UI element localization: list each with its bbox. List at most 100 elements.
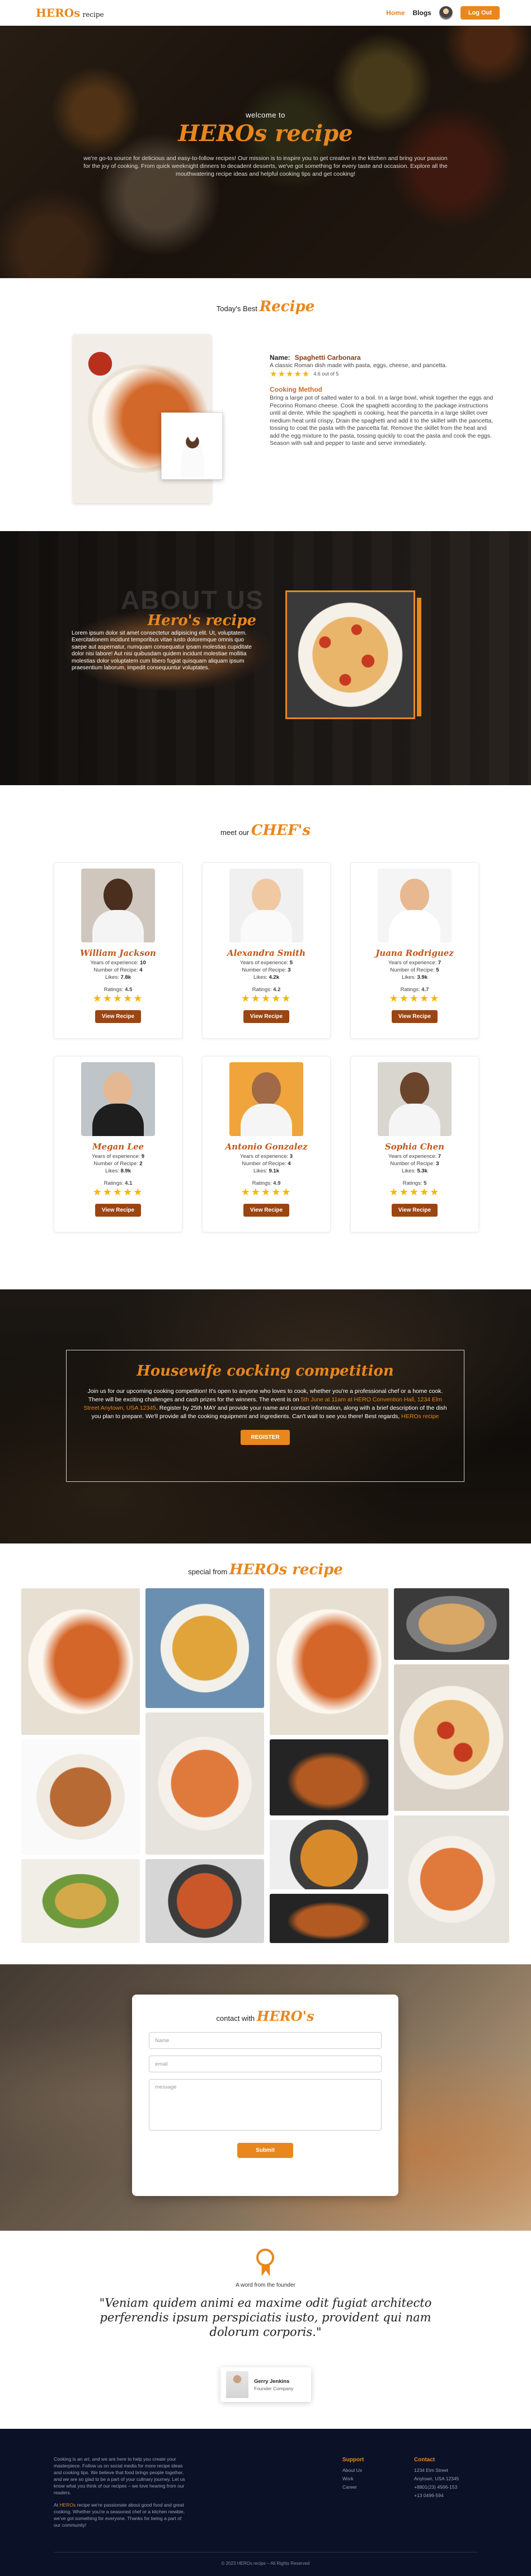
name-field[interactable]: Name xyxy=(149,2032,382,2049)
gallery-image[interactable] xyxy=(394,1815,509,1943)
gallery-image[interactable] xyxy=(270,1894,388,1943)
likes-label: Likes: xyxy=(253,1168,267,1174)
recipe-info: Name: Spaghetti Carbonara A classic Roman… xyxy=(270,354,494,448)
chef-card: Megan Lee Years of experience: 9 Number of… xyxy=(54,1056,182,1232)
logo-main: HEROs xyxy=(36,6,81,20)
chefs-title: CHEF's xyxy=(251,822,311,839)
recipe-chef-image xyxy=(161,412,223,480)
competition-signoff: HEROs recipe xyxy=(401,1413,439,1420)
founder-role: Founder Company xyxy=(254,2385,294,2391)
founder-name: Gerry Jenkins xyxy=(254,2378,290,2385)
contact-heading: contact with HERO's xyxy=(149,2008,382,2024)
chef-rating-value: 4.2 xyxy=(273,987,281,993)
ratings-label: Ratings: xyxy=(252,1180,272,1186)
view-recipe-button[interactable]: View Recipe xyxy=(95,1010,142,1023)
recipes-label: Number of Recipe: xyxy=(93,967,138,973)
likes-label: Likes: xyxy=(105,974,119,980)
chef-rating: Ratings: 4.7 xyxy=(351,987,478,993)
ratings-label: Ratings: xyxy=(400,987,420,993)
logo[interactable]: HEROs recipe xyxy=(36,6,104,20)
recipes-label: Number of Recipe: xyxy=(390,967,435,973)
chef-years: 7 xyxy=(438,1153,441,1160)
gallery-image[interactable] xyxy=(21,1739,140,1855)
chef-stars: ★★★★★ xyxy=(92,993,144,1004)
chef-meta: Years of experience: 9 Number of Recipe: … xyxy=(54,1153,182,1175)
gallery-section: special from HEROs recipe xyxy=(0,1543,531,1964)
view-recipe-button[interactable]: View Recipe xyxy=(95,1204,142,1217)
logout-button[interactable]: Log Out xyxy=(460,6,500,20)
gallery-image[interactable] xyxy=(21,1588,140,1735)
chef-card: Juana Rodriguez Years of experience: 7 Num… xyxy=(350,862,479,1039)
chef-card: Alexandra Smith Years of experience: 5 Num… xyxy=(202,862,331,1039)
chef-years: 5 xyxy=(289,960,293,966)
founder-label: A word from the founder xyxy=(236,2282,295,2288)
contact-label: contact with xyxy=(216,2014,255,2023)
chef-rating: Ratings: 4.5 xyxy=(54,987,182,993)
gallery-image[interactable] xyxy=(394,1588,509,1660)
about-section: ABOUT US Hero's recipe Lorem ipsum dolor… xyxy=(0,531,531,785)
gallery-image[interactable] xyxy=(21,1859,140,1943)
todays-label: Today's Best xyxy=(216,304,258,313)
footer-address-1: 1234 Elm Street xyxy=(414,2467,448,2473)
competition-box: Housewife cocking competition Join us fo… xyxy=(66,1350,464,1482)
gallery-image[interactable] xyxy=(270,1588,388,1735)
footer-about-prefix: At xyxy=(54,2502,59,2508)
chef-photo xyxy=(229,869,303,942)
chef-recipes: 4 xyxy=(139,967,143,973)
footer-link-career[interactable]: Career xyxy=(342,2483,364,2491)
view-recipe-button[interactable]: View Recipe xyxy=(391,1010,438,1023)
competition-title: Housewife cocking competition xyxy=(137,1363,394,1380)
chef-years: 7 xyxy=(438,960,441,966)
chef-stars: ★★★★★ xyxy=(241,1186,292,1198)
chef-years: 3 xyxy=(289,1153,293,1160)
likes-label: Likes: xyxy=(402,1168,416,1174)
chef-meta: Years of experience: 10 Number of Recipe:… xyxy=(54,959,182,981)
view-recipe-button[interactable]: View Recipe xyxy=(391,1204,438,1217)
gallery-image[interactable] xyxy=(145,1588,264,1708)
chef-likes: 7.8k xyxy=(120,974,131,980)
email-field[interactable]: email xyxy=(149,2056,382,2072)
gallery-image[interactable] xyxy=(270,1820,388,1889)
gallery-image[interactable] xyxy=(394,1664,509,1811)
chef-photo xyxy=(378,869,452,942)
chef-likes: 9.1k xyxy=(269,1168,279,1174)
footer-link-work[interactable]: Work xyxy=(342,2475,364,2483)
footer-about-1: Cooking is an art, and we are here to he… xyxy=(54,2456,185,2495)
chef-meta: Years of experience: 7 Number of Recipe: … xyxy=(351,959,478,981)
view-recipe-button[interactable]: View Recipe xyxy=(243,1204,290,1217)
gallery-label: special from xyxy=(188,1568,228,1576)
recipe-description: A classic Roman dish made with pasta, eg… xyxy=(270,362,447,369)
chef-rating: Ratings: 4.2 xyxy=(203,987,330,993)
hero-section: welcome to HEROs recipe we're go-to sour… xyxy=(0,0,531,278)
gallery-image[interactable] xyxy=(145,1859,264,1943)
gallery-image[interactable] xyxy=(145,1712,264,1855)
recipes-label: Number of Recipe: xyxy=(93,1161,138,1167)
recipes-label: Number of Recipe: xyxy=(242,1161,286,1167)
footer-link-about[interactable]: About Us xyxy=(342,2466,364,2475)
chef-name: Megan Lee xyxy=(92,1142,144,1152)
chef-grid: William Jackson Years of experience: 10 Nu… xyxy=(54,862,479,1232)
gallery-image[interactable] xyxy=(270,1739,388,1815)
chef-years: 10 xyxy=(140,960,146,966)
hero-welcome: welcome to xyxy=(246,111,285,119)
chef-meta: Years of experience: 7 Number of Recipe: … xyxy=(351,1153,478,1175)
ratings-label: Ratings: xyxy=(252,987,272,993)
chef-likes: 3.9k xyxy=(417,974,427,980)
nav-blogs-link[interactable]: Blogs xyxy=(413,9,431,17)
chef-photo xyxy=(81,1062,155,1136)
user-avatar[interactable] xyxy=(439,6,453,20)
chef-recipes: 3 xyxy=(288,967,291,973)
register-button[interactable]: REGISTER xyxy=(241,1430,290,1445)
chef-name: Antonio Gonzalez xyxy=(225,1142,308,1152)
nav-home-link[interactable]: Home xyxy=(386,9,405,17)
recipe-name-label: Name: xyxy=(270,354,290,362)
view-recipe-button[interactable]: View Recipe xyxy=(243,1010,290,1023)
method-title: Cooking Method xyxy=(270,385,322,393)
years-label: Years of experience: xyxy=(388,1153,437,1160)
gallery-heading: special from HEROs recipe xyxy=(0,1561,531,1578)
chef-name: Alexandra Smith xyxy=(227,948,306,958)
contact-title: HERO's xyxy=(256,2008,314,2024)
chef-name: William Jackson xyxy=(80,948,156,958)
message-field[interactable]: message xyxy=(149,2079,382,2131)
submit-button[interactable]: Submit xyxy=(237,2143,293,2158)
